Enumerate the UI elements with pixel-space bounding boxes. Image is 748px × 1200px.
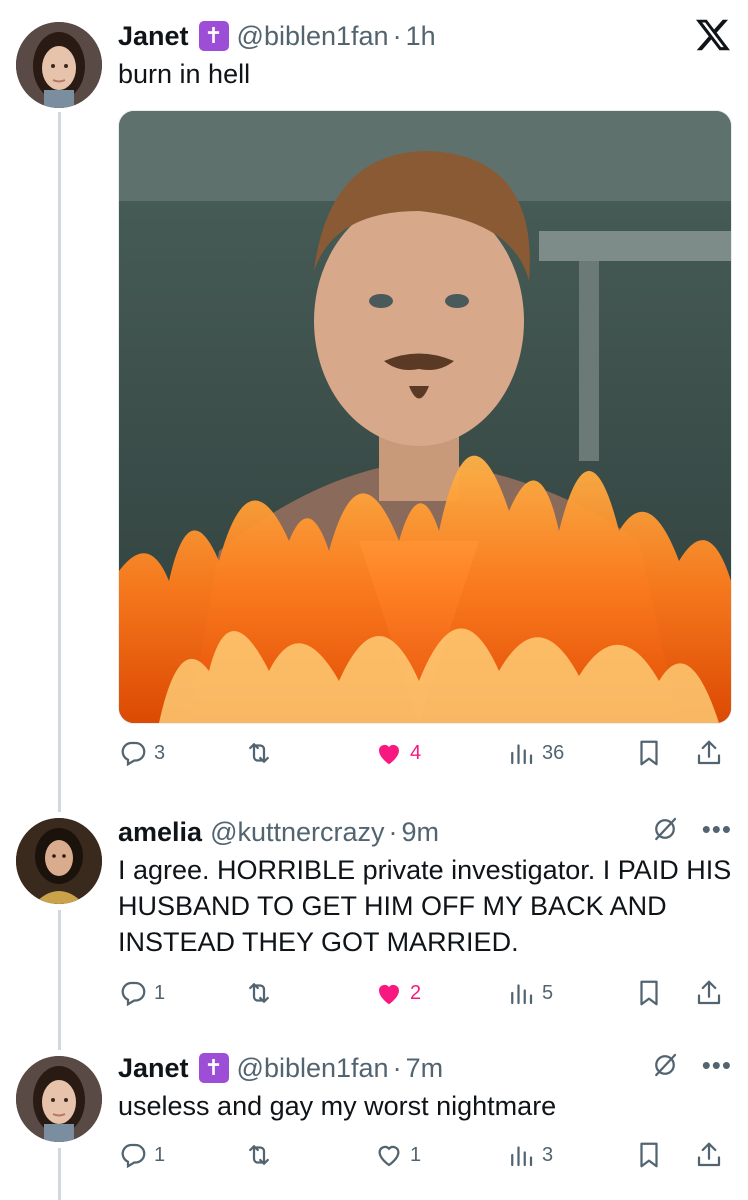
reply-count: 1 — [154, 981, 166, 1004]
retweet-button[interactable] — [244, 978, 280, 1008]
user-handle[interactable]: @kuttnercrazy — [210, 817, 384, 848]
like-count: 1 — [410, 1143, 422, 1166]
tweet[interactable]: amelia @kuttnercrazy · 9m ••• I agree. H… — [0, 800, 748, 1040]
bookmark-icon — [640, 980, 658, 1006]
more-icon[interactable]: ••• — [702, 816, 732, 842]
share-button[interactable] — [694, 1140, 724, 1170]
share-icon — [697, 980, 721, 1005]
views-button[interactable]: 3 — [506, 1140, 553, 1170]
more-icon[interactable]: ••• — [702, 1052, 732, 1078]
timestamp[interactable]: 1h — [406, 21, 436, 52]
separator-dot: · — [392, 20, 402, 51]
reply-button[interactable]: 1 — [118, 1140, 165, 1170]
like-button[interactable]: 1 — [374, 1140, 421, 1170]
bookmark-button[interactable] — [634, 978, 664, 1008]
share-button[interactable] — [694, 978, 724, 1008]
share-icon — [697, 1142, 721, 1167]
retweet-button[interactable] — [244, 738, 280, 768]
reply-icon — [121, 981, 146, 1007]
views-button[interactable]: 36 — [506, 738, 564, 768]
like-count: 2 — [410, 981, 422, 1004]
heart-icon — [379, 984, 399, 1005]
heart-icon — [379, 744, 399, 765]
tweet-actions: 1 2 5 — [118, 978, 732, 1014]
tweet[interactable]: Janet ✝ @biblen1fan · 7m ••• useless and… — [0, 1040, 748, 1200]
like-button[interactable]: 2 — [374, 978, 421, 1008]
bookmark-icon — [640, 1142, 658, 1168]
grok-icon[interactable] — [650, 1050, 680, 1080]
tweet-actions: 1 1 3 — [118, 1140, 732, 1176]
like-button[interactable]: 4 — [374, 738, 421, 768]
tweet-actions: 3 4 36 — [118, 738, 732, 774]
cross-badge-icon: ✝ — [198, 1053, 229, 1083]
retweet-button[interactable] — [244, 1140, 280, 1170]
display-name[interactable]: Janet — [118, 21, 189, 52]
reply-count: 3 — [154, 741, 166, 764]
user-handle[interactable]: @biblen1fan — [237, 1053, 389, 1084]
timestamp[interactable]: 9m — [402, 817, 440, 848]
share-button[interactable] — [694, 738, 724, 768]
display-name[interactable]: Janet — [118, 1053, 189, 1084]
user-handle[interactable]: @biblen1fan — [237, 21, 389, 52]
reply-icon — [121, 741, 146, 767]
tweet-text: useless and gay my worst nightmare — [118, 1091, 557, 1121]
retweet-icon — [249, 1145, 269, 1165]
like-count: 4 — [410, 741, 422, 764]
timestamp[interactable]: 7m — [406, 1053, 444, 1084]
separator-dot: · — [388, 816, 398, 847]
views-chart-icon — [511, 744, 533, 765]
retweet-icon — [249, 743, 269, 763]
avatar[interactable] — [16, 1056, 102, 1142]
heart-icon — [378, 1145, 400, 1167]
views-button[interactable]: 5 — [506, 978, 553, 1008]
share-icon — [697, 740, 721, 765]
display-name[interactable]: amelia — [118, 817, 202, 848]
views-count: 5 — [542, 981, 554, 1004]
reply-count: 1 — [154, 1143, 166, 1166]
tweet[interactable]: Janet ✝ @biblen1fan · 1h burn in hell 3 … — [0, 0, 748, 800]
reply-icon — [121, 1143, 146, 1169]
tweet-text: I agree. HORRIBLE private investigator. … — [118, 855, 732, 957]
views-chart-icon — [511, 1146, 533, 1167]
tweet-image[interactable] — [118, 110, 732, 724]
bookmark-button[interactable] — [634, 1140, 664, 1170]
separator-dot: · — [392, 1052, 402, 1083]
reply-button[interactable]: 3 — [118, 738, 165, 768]
grok-icon[interactable] — [650, 814, 680, 844]
views-count: 3 — [542, 1143, 554, 1166]
tweet-text: burn in hell — [118, 59, 251, 89]
avatar[interactable] — [16, 818, 102, 904]
views-chart-icon — [511, 984, 533, 1005]
bookmark-icon — [640, 740, 658, 766]
reply-button[interactable]: 1 — [118, 978, 165, 1008]
retweet-icon — [249, 983, 269, 1003]
avatar[interactable] — [16, 22, 102, 108]
cross-badge-icon: ✝ — [198, 21, 229, 51]
views-count: 36 — [542, 741, 565, 764]
bookmark-button[interactable] — [634, 738, 664, 768]
